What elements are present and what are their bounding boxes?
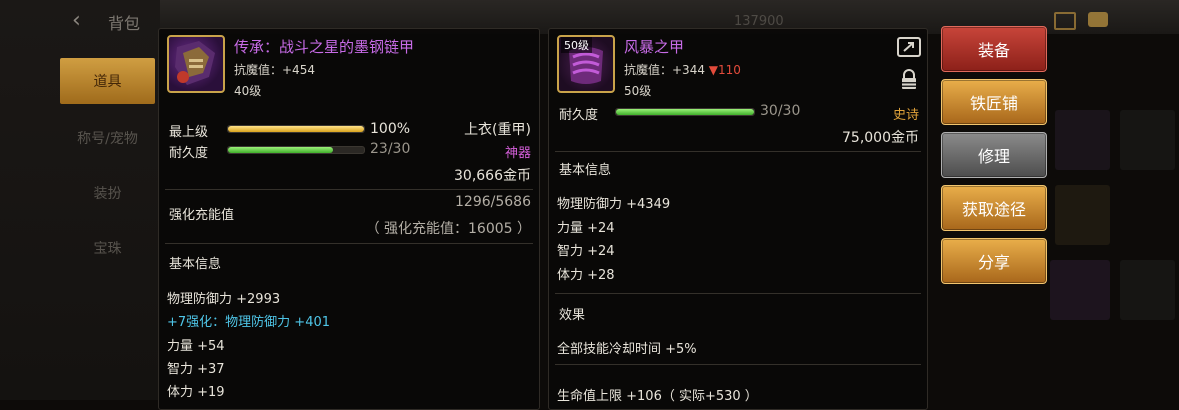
basic-info-title: 基本信息 xyxy=(559,163,612,178)
side-tab-titles[interactable]: 称号/宠物 xyxy=(60,115,155,161)
tier-bar xyxy=(227,125,365,133)
stat-line: 体力 +19 xyxy=(167,385,225,400)
bag-title: 背包 xyxy=(108,14,141,33)
side-tab-orbs[interactable]: 宝珠 xyxy=(60,225,155,271)
item-rarity: 神器 xyxy=(504,146,531,161)
stat-line-enhance: +7强化：物理防御力 +401 xyxy=(167,315,331,330)
compare-item-panel: 50级 风暴之甲 抗魔值：+344 ▼110 50级 耐久度 30/30 史诗 … xyxy=(548,28,928,410)
item-name: 风暴之甲 xyxy=(624,38,685,56)
tier-value: 100% xyxy=(370,121,411,137)
stat-line: 体力 +28 xyxy=(557,268,615,283)
durability-bar xyxy=(615,108,755,116)
resist-diff: ▼110 xyxy=(708,63,741,77)
enhance-label: 强化充能值 xyxy=(169,208,235,223)
share-link-icon[interactable] xyxy=(897,37,921,57)
inventory-slot[interactable] xyxy=(1050,260,1110,320)
mail-icon[interactable] xyxy=(1054,12,1076,30)
divider xyxy=(555,293,921,294)
item-name: 传承：战斗之星的墨钢链甲 xyxy=(234,38,415,56)
current-item-panel: 传承：战斗之星的墨钢链甲 抗魔值：+454 40级 最上级 100% 上衣(重甲… xyxy=(158,28,540,410)
obtain-route-button[interactable]: 获取途径 xyxy=(941,185,1047,231)
enhance-value: 1296/5686 xyxy=(455,194,531,210)
divider xyxy=(555,151,921,152)
durability-label: 耐久度 xyxy=(559,108,599,123)
enhance-note: （ 强化充能值：16005 ） xyxy=(365,221,531,237)
item-rarity: 史诗 xyxy=(892,108,919,123)
divider xyxy=(165,243,533,244)
stat-line: 智力 +24 xyxy=(557,244,615,259)
stat-line: 智力 +37 xyxy=(167,362,225,377)
topbar-number: 137900 xyxy=(734,14,784,29)
inventory-slot[interactable] xyxy=(1120,110,1175,170)
durability-label: 耐久度 xyxy=(169,146,209,161)
inventory-slot[interactable] xyxy=(1120,260,1175,320)
chat-icon[interactable] xyxy=(1088,12,1108,27)
divider xyxy=(555,364,921,365)
stat-line: 物理防御力 +4349 xyxy=(557,197,671,212)
item-level: 50级 xyxy=(624,84,652,98)
divider xyxy=(165,189,533,190)
item-price: 30,666金币 xyxy=(454,168,531,184)
durability-bar xyxy=(227,146,365,154)
equip-button[interactable]: 装备 xyxy=(941,26,1047,72)
basic-info-title: 基本信息 xyxy=(169,257,222,272)
item-price: 75,000金币 xyxy=(842,130,919,146)
durability-value: 30/30 xyxy=(760,103,801,119)
level-tag: 50级 xyxy=(561,37,592,53)
effect-line: 生命值上限 +106（ 实际+530 ） xyxy=(557,389,758,404)
lock-icon[interactable] xyxy=(901,69,917,95)
inventory-slot[interactable] xyxy=(1055,185,1110,245)
tier-label: 最上级 xyxy=(169,125,209,140)
repair-button[interactable]: 修理 xyxy=(941,132,1047,178)
stat-line: 力量 +54 xyxy=(167,339,225,354)
effect-line: 全部技能冷却时间 +5% xyxy=(557,342,697,357)
magic-resist: 抗魔值：+454 xyxy=(234,63,315,77)
back-arrow-icon[interactable]: ‹ xyxy=(72,8,81,33)
side-tab-avatar[interactable]: 装扮 xyxy=(60,170,155,216)
item-slot: 上衣(重甲) xyxy=(464,122,531,138)
side-tab-items[interactable]: 道具 xyxy=(60,58,155,104)
durability-value: 23/30 xyxy=(370,141,411,157)
item-level: 40级 xyxy=(234,84,262,98)
item-icon-chainmail xyxy=(167,35,225,93)
share-button[interactable]: 分享 xyxy=(941,238,1047,284)
inventory-slot[interactable] xyxy=(1055,110,1110,170)
effect-title: 效果 xyxy=(559,308,586,323)
blacksmith-button[interactable]: 铁匠铺 xyxy=(941,79,1047,125)
stat-line: 力量 +24 xyxy=(557,221,615,236)
magic-resist: 抗魔值：+344 ▼110 xyxy=(624,63,741,77)
stat-line: 物理防御力 +2993 xyxy=(167,292,281,307)
